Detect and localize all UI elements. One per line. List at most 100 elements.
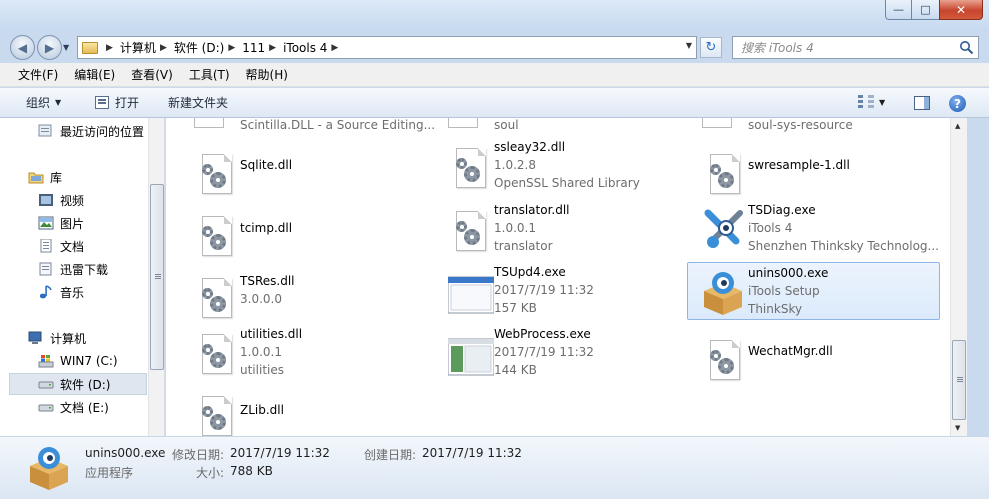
file-company: Shenzhen Thinksky Technolog...	[748, 239, 939, 253]
scroll-up-arrow-icon[interactable]: ▲	[955, 122, 960, 130]
breadcrumb-111[interactable]: 111	[242, 41, 265, 55]
file-description: iTools 4	[748, 221, 793, 235]
dll-file-icon	[194, 392, 240, 436]
nav-libraries-label: 库	[50, 170, 63, 185]
file-item[interactable]: tcimp.dll	[186, 206, 436, 262]
preview-pane-icon[interactable]	[914, 96, 930, 110]
file-item[interactable]: utilities.dll 1.0.0.1 utilities	[186, 324, 436, 380]
file-list-scrollbar[interactable]: ▲ ▼	[950, 118, 967, 436]
search-icon[interactable]	[959, 40, 974, 55]
menu-tools[interactable]: 工具(T)	[181, 66, 238, 83]
address-row: ◀ ▶ ▼ ▶ 计算机 ▶ 软件 (D:) ▶ 111 ▶ iTools 4 ▶…	[0, 31, 989, 63]
organize-label: 组织	[26, 96, 51, 110]
menu-file[interactable]: 文件(F)	[10, 66, 66, 83]
chevron-right-icon[interactable]: ▶	[160, 43, 167, 53]
new-folder-label: 新建文件夹	[168, 96, 229, 110]
file-item[interactable]: WebProcess.exe 2017/7/19 11:32 144 KB	[440, 325, 690, 381]
file-version: 1.0.2.8	[494, 158, 536, 172]
file-item[interactable]: TSRes.dll 3.0.0.0	[186, 268, 436, 324]
nav-recent-label: 最近访问的位置	[60, 124, 145, 139]
chevron-down-icon: ▼	[55, 98, 62, 107]
chevron-down-icon[interactable]: ▼	[879, 98, 885, 107]
organize-button[interactable]: 组织 ▼	[26, 94, 61, 111]
search-box[interactable]	[732, 36, 979, 59]
menu-view[interactable]: 查看(V)	[123, 66, 181, 83]
forward-button[interactable]: ▶	[37, 35, 62, 60]
change-view-button[interactable]: ▼	[858, 95, 885, 109]
recent-pages-dropdown[interactable]: ▼	[63, 43, 69, 52]
download-folder-icon	[38, 262, 54, 276]
nav-drive-e-label: 文档 (E:)	[60, 400, 109, 415]
file-item[interactable]: WechatMgr.dll	[694, 330, 944, 386]
file-name: ssleay32.dll	[494, 140, 566, 154]
nav-videos[interactable]: 视频	[38, 189, 164, 211]
search-input[interactable]	[739, 39, 954, 56]
exe-window-icon	[447, 269, 495, 315]
details-created-value: 2017/7/19 11:32	[422, 446, 522, 460]
chevron-right-icon[interactable]: ▶	[228, 43, 235, 53]
details-type: 应用程序	[85, 466, 134, 480]
nav-documents[interactable]: 文档	[38, 235, 164, 257]
chevron-right-icon[interactable]: ▶	[331, 43, 338, 53]
file-item[interactable]: TSUpd4.exe 2017/7/19 11:32 157 KB	[440, 263, 690, 319]
picture-icon	[38, 216, 54, 230]
file-item[interactable]: ssleay32.dll 1.0.2.8 OpenSSL Shared Libr…	[440, 138, 690, 194]
file-name: soul-sys-resource	[748, 118, 853, 132]
nav-thunder-downloads[interactable]: 迅雷下载	[38, 258, 164, 280]
file-description: OpenSSL Shared Library	[494, 176, 640, 190]
exe-window-icon	[447, 331, 495, 377]
file-item[interactable]: Sqlite.dll	[186, 144, 436, 200]
help-icon[interactable]: ?	[949, 95, 966, 112]
folder-icon	[82, 41, 98, 54]
minimize-button[interactable]: —	[885, 0, 912, 20]
scroll-down-arrow-icon[interactable]: ▼	[955, 424, 960, 432]
nav-scrollbar-thumb[interactable]	[150, 184, 164, 370]
file-icon	[702, 118, 732, 128]
file-list-scrollbar-thumb[interactable]	[952, 340, 966, 420]
address-bar[interactable]: ▶ 计算机 ▶ 软件 (D:) ▶ 111 ▶ iTools 4 ▶ ▼	[77, 36, 697, 59]
address-history-dropdown[interactable]: ▼	[686, 41, 692, 50]
breadcrumb-drive-d[interactable]: 软件 (D:)	[174, 39, 224, 56]
file-item[interactable]: swresample-1.dll	[694, 144, 944, 200]
dll-file-icon	[194, 274, 240, 320]
refresh-icon: ↻	[705, 40, 717, 55]
nav-drive-c[interactable]: WIN7 (C:)	[38, 350, 164, 372]
menu-help[interactable]: 帮助(H)	[238, 66, 296, 83]
itools-setup-icon	[700, 269, 746, 315]
nav-scrollbar[interactable]	[148, 118, 164, 436]
nav-drive-e[interactable]: 文档 (E:)	[38, 396, 164, 418]
command-bar: 组织 ▼ 打开 新建文件夹 ▼ ?	[0, 88, 989, 118]
nav-recent-places[interactable]: 最近访问的位置	[38, 120, 164, 142]
file-item[interactable]: translator.dll 1.0.0.1 translator	[440, 201, 690, 257]
breadcrumb-itools[interactable]: iTools 4	[283, 41, 327, 55]
file-item-selected[interactable]: unins000.exe iTools Setup ThinkSky	[687, 262, 940, 320]
file-size: 144 KB	[494, 363, 537, 377]
drive-icon	[38, 377, 54, 391]
file-date: 2017/7/19 11:32	[494, 345, 594, 359]
close-button[interactable]: ✕	[939, 0, 983, 20]
nav-pictures[interactable]: 图片	[38, 212, 164, 234]
back-button[interactable]: ◀	[10, 35, 35, 60]
file-version: 1.0.0.1	[494, 221, 536, 235]
file-item[interactable]: TSDiag.exe iTools 4 Shenzhen Thinksky Te…	[694, 201, 944, 257]
recent-places-icon	[38, 124, 54, 138]
file-version: 1.0.0.1	[240, 345, 282, 359]
nav-computer[interactable]: 计算机	[28, 327, 164, 349]
new-folder-button[interactable]: 新建文件夹	[168, 94, 228, 111]
chevron-right-icon[interactable]: ▶	[269, 43, 276, 53]
nav-libraries[interactable]: 库	[28, 166, 164, 188]
nav-music[interactable]: 音乐	[38, 281, 164, 303]
open-button[interactable]: 打开	[95, 94, 139, 111]
nav-drive-d[interactable]: 软件 (D:)	[9, 373, 147, 395]
dll-file-icon	[702, 150, 748, 196]
refresh-button[interactable]: ↻	[700, 37, 722, 58]
video-icon	[38, 193, 54, 207]
file-name: unins000.exe	[748, 266, 829, 280]
file-name: tcimp.dll	[240, 221, 293, 235]
breadcrumb-computer[interactable]: 计算机	[120, 39, 156, 56]
nav-drive-d-label: 软件 (D:)	[60, 377, 111, 392]
file-item[interactable]: ZLib.dll	[186, 386, 436, 436]
menu-edit[interactable]: 编辑(E)	[66, 66, 123, 83]
maximize-button[interactable]: □	[912, 0, 939, 20]
chevron-right-icon[interactable]: ▶	[106, 43, 113, 53]
